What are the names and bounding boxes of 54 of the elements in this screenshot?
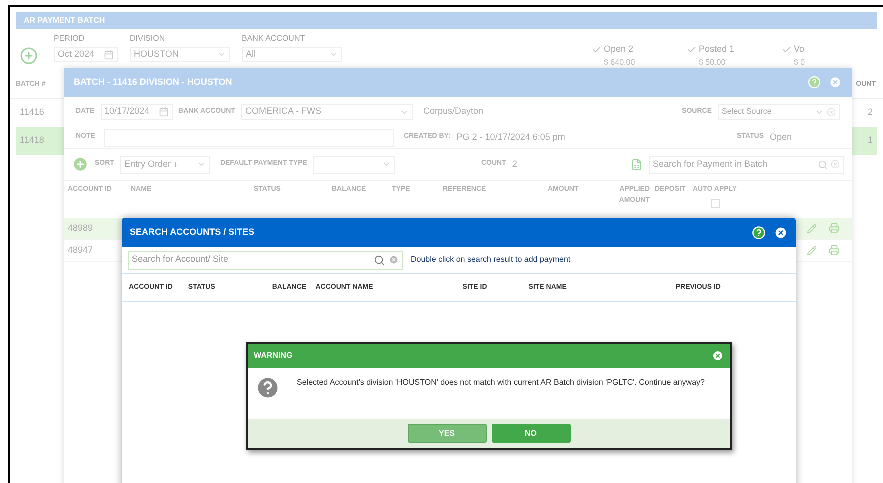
dialog-button[interactable]: YES [408, 424, 486, 443]
dialog-button[interactable]: NO [492, 424, 570, 443]
edit-icon[interactable] [807, 224, 817, 234]
close-icon[interactable] [774, 226, 788, 240]
dropdown-icon[interactable] [382, 160, 392, 169]
filter-field[interactable]: HOUSTON [130, 47, 230, 62]
help-icon[interactable] [752, 226, 766, 240]
filter-field[interactable]: All [242, 47, 342, 62]
dialog-title: SEARCH ACCOUNTS / SITES [130, 226, 256, 239]
sort-select[interactable]: Entry Order ↓ [120, 156, 210, 174]
dropdown-icon[interactable] [329, 50, 338, 59]
dialog-title: WARNING [254, 350, 294, 362]
bank-account-select[interactable]: COMERICA - FWS [241, 104, 414, 120]
dropdown-icon[interactable] [197, 160, 206, 169]
spreadsheet-icon[interactable] [631, 158, 643, 170]
filter-label: BANK ACCOUNT [242, 33, 306, 45]
clear-icon[interactable] [827, 108, 836, 116]
status-filter-label: Open 2 [604, 43, 634, 56]
status-filter-amount: $ 0 [794, 56, 806, 68]
status-text: Open [770, 130, 794, 144]
filter-field[interactable]: Oct 2024 [54, 47, 118, 62]
source-select[interactable]: Select Source [718, 104, 840, 120]
status-filter-label: Posted 1 [699, 43, 735, 56]
print-icon[interactable] [829, 245, 840, 256]
checkbox-icon[interactable] [782, 44, 792, 55]
status-filter-amount: $ 640.00 [604, 56, 636, 68]
dialog-title: BATCH - 11416 DIVISION - HOUSTON [74, 76, 234, 89]
page-title-bar: AR PAYMENT BATCH [16, 12, 877, 29]
hint-text: Double click on search result to add payment [411, 254, 571, 266]
question-icon [255, 375, 281, 401]
payment-type-select[interactable] [313, 156, 396, 174]
account-search-field[interactable]: Search for Account/ Site [128, 250, 403, 270]
calendar-icon[interactable] [104, 50, 114, 60]
print-icon[interactable] [829, 223, 840, 234]
status-filter-label: Vo [794, 43, 805, 56]
created-by-text: PG 2 - 10/17/2024 6:05 pm [456, 130, 566, 144]
add-icon[interactable] [20, 47, 38, 65]
location-text: Corpus/Dayton [423, 105, 484, 118]
dropdown-icon[interactable] [217, 50, 226, 59]
date-field[interactable]: 10/17/2024 [100, 104, 173, 120]
auto-apply-checkbox[interactable] [711, 198, 720, 208]
close-icon[interactable] [712, 350, 724, 362]
checkbox-icon[interactable] [592, 44, 602, 55]
filter-label: PERIOD [54, 33, 86, 45]
warning-message: Selected Account's division 'HOUSTON' does not match with current AR Batch division 'PGLTC'. Continue anyway? [297, 377, 706, 389]
status-filter-amount: $ 50.00 [699, 56, 727, 68]
edit-icon[interactable] [807, 246, 817, 256]
payment-search-field[interactable]: Search for Payment in Batch [649, 156, 844, 174]
search-icon[interactable] [374, 254, 385, 266]
checkbox-icon[interactable] [687, 44, 697, 55]
clear-icon[interactable] [831, 160, 840, 169]
filter-label: DIVISION [130, 33, 166, 45]
calendar-icon[interactable] [158, 107, 169, 117]
count-value: 2 [512, 158, 518, 171]
